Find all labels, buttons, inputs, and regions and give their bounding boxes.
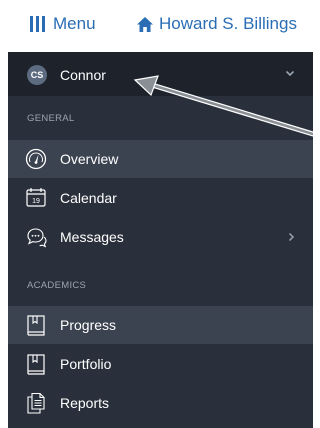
sidebar-item-portfolio[interactable]: Portfolio (8, 345, 313, 383)
chat-bubbles-icon (27, 228, 47, 248)
sidebar: CS Connor GENERAL Overview 19 Calendar M… (8, 52, 313, 428)
sidebar-item-label: Progress (60, 317, 117, 333)
section-label-academics: ACADEMICS (27, 280, 87, 291)
top-bar: Menu Howard S. Billings (0, 0, 313, 50)
sidebar-item-messages[interactable]: Messages (8, 218, 313, 256)
menu-bars-icon (30, 16, 45, 32)
user-switcher[interactable]: CS Connor (8, 52, 313, 96)
sidebar-item-label: Overview (60, 151, 119, 167)
sidebar-item-label: Portfolio (60, 356, 112, 372)
menu-button[interactable]: Menu (30, 12, 96, 36)
sidebar-item-label: Messages (60, 229, 124, 245)
calendar-icon: 19 (26, 188, 46, 207)
sidebar-item-progress[interactable]: Progress (8, 306, 313, 344)
sidebar-item-label: Reports (60, 395, 110, 411)
section-label-general: GENERAL (27, 113, 75, 124)
calendar-icon-day: 19 (32, 198, 40, 205)
home-icon (137, 16, 153, 32)
school-home-link[interactable]: Howard S. Billings (137, 12, 297, 36)
chevron-down-icon (285, 70, 295, 77)
sidebar-item-label: Calendar (60, 190, 117, 206)
user-name: Connor (60, 67, 106, 83)
dashboard-gauge-icon (25, 148, 47, 170)
documents-icon (27, 392, 45, 414)
book-icon (27, 354, 45, 375)
sidebar-item-reports[interactable]: Reports (8, 384, 313, 422)
menu-label: Menu (53, 14, 96, 33)
sidebar-item-calendar[interactable]: 19 Calendar (8, 179, 313, 217)
avatar: CS (27, 65, 47, 85)
chevron-right-icon (288, 232, 295, 242)
sidebar-item-overview[interactable]: Overview (8, 140, 313, 178)
book-icon (27, 315, 45, 336)
school-name: Howard S. Billings (159, 14, 297, 33)
